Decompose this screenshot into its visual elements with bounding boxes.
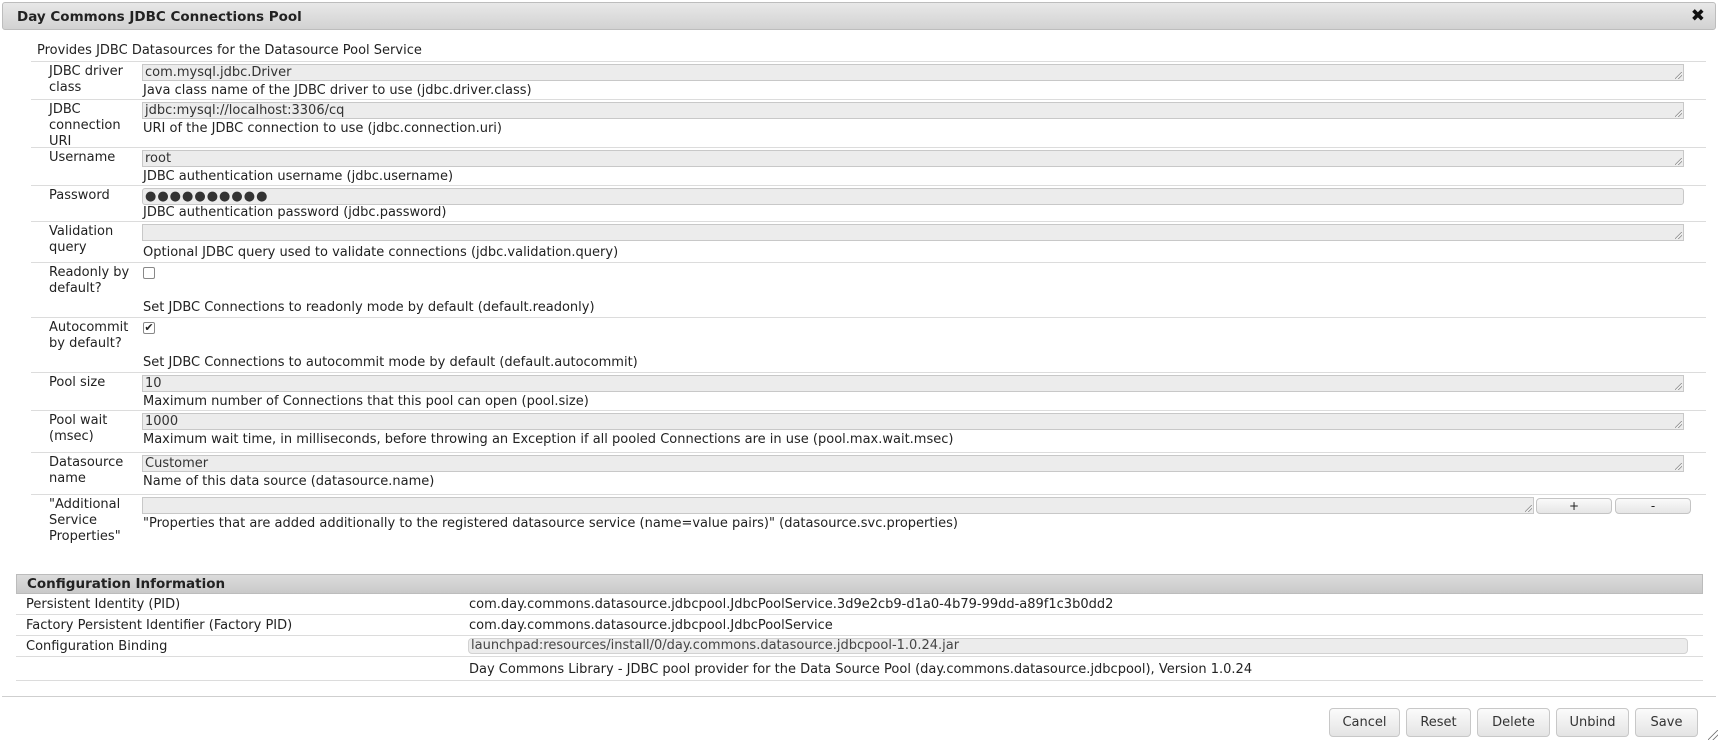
jdbc-driver-class-input[interactable]: com.mysql.jdbc.Driver bbox=[142, 64, 1684, 81]
config-dialog: Day Commons JDBC Connections Pool ✖ Prov… bbox=[0, 0, 1722, 744]
close-icon[interactable]: ✖ bbox=[1691, 6, 1705, 26]
additional-properties-input[interactable] bbox=[142, 497, 1534, 514]
field-label: Password bbox=[49, 188, 110, 203]
field-row-pool-wait: Pool wait (msec) 1000 Maximum wait time,… bbox=[31, 410, 1706, 452]
field-help: URI of the JDBC connection to use (jdbc.… bbox=[143, 121, 502, 136]
pool-size-input[interactable]: 10 bbox=[142, 375, 1684, 392]
remove-property-button[interactable]: - bbox=[1615, 498, 1691, 514]
binding-row: Configuration Binding launchpad:resource… bbox=[16, 636, 1703, 657]
delete-button[interactable]: Delete bbox=[1477, 708, 1550, 737]
autocommit-checkbox[interactable]: ✔ bbox=[143, 322, 155, 334]
field-label: Validation query bbox=[49, 224, 114, 255]
field-row-password: Password ●●●●●●●●●● JDBC authentication … bbox=[31, 185, 1706, 221]
factory-pid-row: Factory Persistent Identifier (Factory P… bbox=[16, 615, 1703, 636]
field-label: Readonly by default? bbox=[49, 265, 130, 296]
field-row-jdbc-connection-uri: JDBC connection URI jdbc:mysql://localho… bbox=[31, 99, 1706, 149]
field-label: Autocommit by default? bbox=[49, 320, 129, 351]
field-row-autocommit: Autocommit by default? ✔ Set JDBC Connec… bbox=[31, 317, 1706, 372]
field-label: Pool size bbox=[49, 375, 106, 390]
field-row-jdbc-driver-class: JDBC driver class com.mysql.jdbc.Driver … bbox=[31, 61, 1706, 99]
field-row-username: Username root JDBC authentication userna… bbox=[31, 147, 1706, 185]
dialog-description: Provides JDBC Datasources for the Dataso… bbox=[37, 43, 422, 58]
field-help: Optional JDBC query used to validate con… bbox=[143, 245, 619, 260]
field-help: Name of this data source (datasource.nam… bbox=[143, 474, 435, 489]
pid-label: Persistent Identity (PID) bbox=[26, 597, 181, 612]
unbind-button[interactable]: Unbind bbox=[1556, 708, 1629, 737]
field-help: JDBC authentication username (jdbc.usern… bbox=[143, 169, 454, 184]
field-help: Set JDBC Connections to readonly mode by… bbox=[143, 300, 595, 315]
field-label: JDBC driver class bbox=[49, 64, 123, 95]
dialog-title: Day Commons JDBC Connections Pool bbox=[17, 9, 302, 25]
username-input[interactable]: root bbox=[142, 150, 1684, 167]
reset-button[interactable]: Reset bbox=[1406, 708, 1471, 737]
bundle-info-row: Day Commons Library - JDBC pool provider… bbox=[16, 657, 1703, 681]
add-property-button[interactable]: + bbox=[1536, 498, 1612, 514]
readonly-checkbox[interactable] bbox=[143, 267, 155, 279]
field-help: "Properties that are added additionally … bbox=[143, 516, 958, 531]
validation-query-input[interactable] bbox=[142, 224, 1684, 241]
field-label: Username bbox=[49, 150, 116, 165]
field-label: "Additional Service Properties" bbox=[49, 497, 121, 544]
dialog-titlebar[interactable]: Day Commons JDBC Connections Pool ✖ bbox=[2, 2, 1716, 30]
dialog-actions: Cancel Reset Delete Unbind Save bbox=[0, 708, 1722, 737]
field-help: Maximum number of Connections that this … bbox=[143, 394, 589, 409]
resize-grip-icon[interactable] bbox=[1708, 730, 1718, 740]
field-label: JDBC connection URI bbox=[49, 102, 121, 149]
field-row-datasource-name: Datasource name Customer Name of this da… bbox=[31, 452, 1706, 494]
binding-value: launchpad:resources/install/0/day.common… bbox=[468, 638, 1688, 654]
field-help: JDBC authentication password (jdbc.passw… bbox=[143, 205, 447, 220]
field-label: Pool wait (msec) bbox=[49, 413, 108, 444]
field-row-validation-query: Validation query Optional JDBC query use… bbox=[31, 221, 1706, 262]
cancel-button[interactable]: Cancel bbox=[1329, 708, 1400, 737]
pool-wait-input[interactable]: 1000 bbox=[142, 413, 1684, 430]
save-button[interactable]: Save bbox=[1635, 708, 1698, 737]
configuration-information-heading: Configuration Information bbox=[16, 574, 1703, 594]
field-row-readonly: Readonly by default? Set JDBC Connection… bbox=[31, 262, 1706, 317]
configuration-information: Configuration Information Persistent Ide… bbox=[16, 574, 1703, 681]
jdbc-connection-uri-input[interactable]: jdbc:mysql://localhost:3306/cq bbox=[142, 102, 1684, 119]
datasource-name-input[interactable]: Customer bbox=[142, 455, 1684, 472]
field-help: Java class name of the JDBC driver to us… bbox=[143, 83, 532, 98]
field-label: Datasource name bbox=[49, 455, 124, 486]
field-row-pool-size: Pool size 10 Maximum number of Connectio… bbox=[31, 372, 1706, 410]
field-help: Maximum wait time, in milliseconds, befo… bbox=[143, 432, 954, 447]
field-row-additional-service-properties: "Additional Service Properties" + - "Pro… bbox=[31, 494, 1706, 546]
factory-pid-label: Factory Persistent Identifier (Factory P… bbox=[26, 618, 293, 633]
binding-label: Configuration Binding bbox=[26, 639, 168, 654]
factory-pid-value: com.day.commons.datasource.jdbcpool.Jdbc… bbox=[469, 618, 833, 633]
pid-value: com.day.commons.datasource.jdbcpool.Jdbc… bbox=[469, 597, 1114, 612]
footer-divider bbox=[2, 696, 1716, 697]
pid-row: Persistent Identity (PID) com.day.common… bbox=[16, 594, 1703, 615]
password-input[interactable]: ●●●●●●●●●● bbox=[142, 188, 1684, 205]
bundle-info: Day Commons Library - JDBC pool provider… bbox=[469, 662, 1253, 677]
field-help: Set JDBC Connections to autocommit mode … bbox=[143, 355, 638, 370]
config-form: JDBC driver class com.mysql.jdbc.Driver … bbox=[31, 61, 1706, 546]
